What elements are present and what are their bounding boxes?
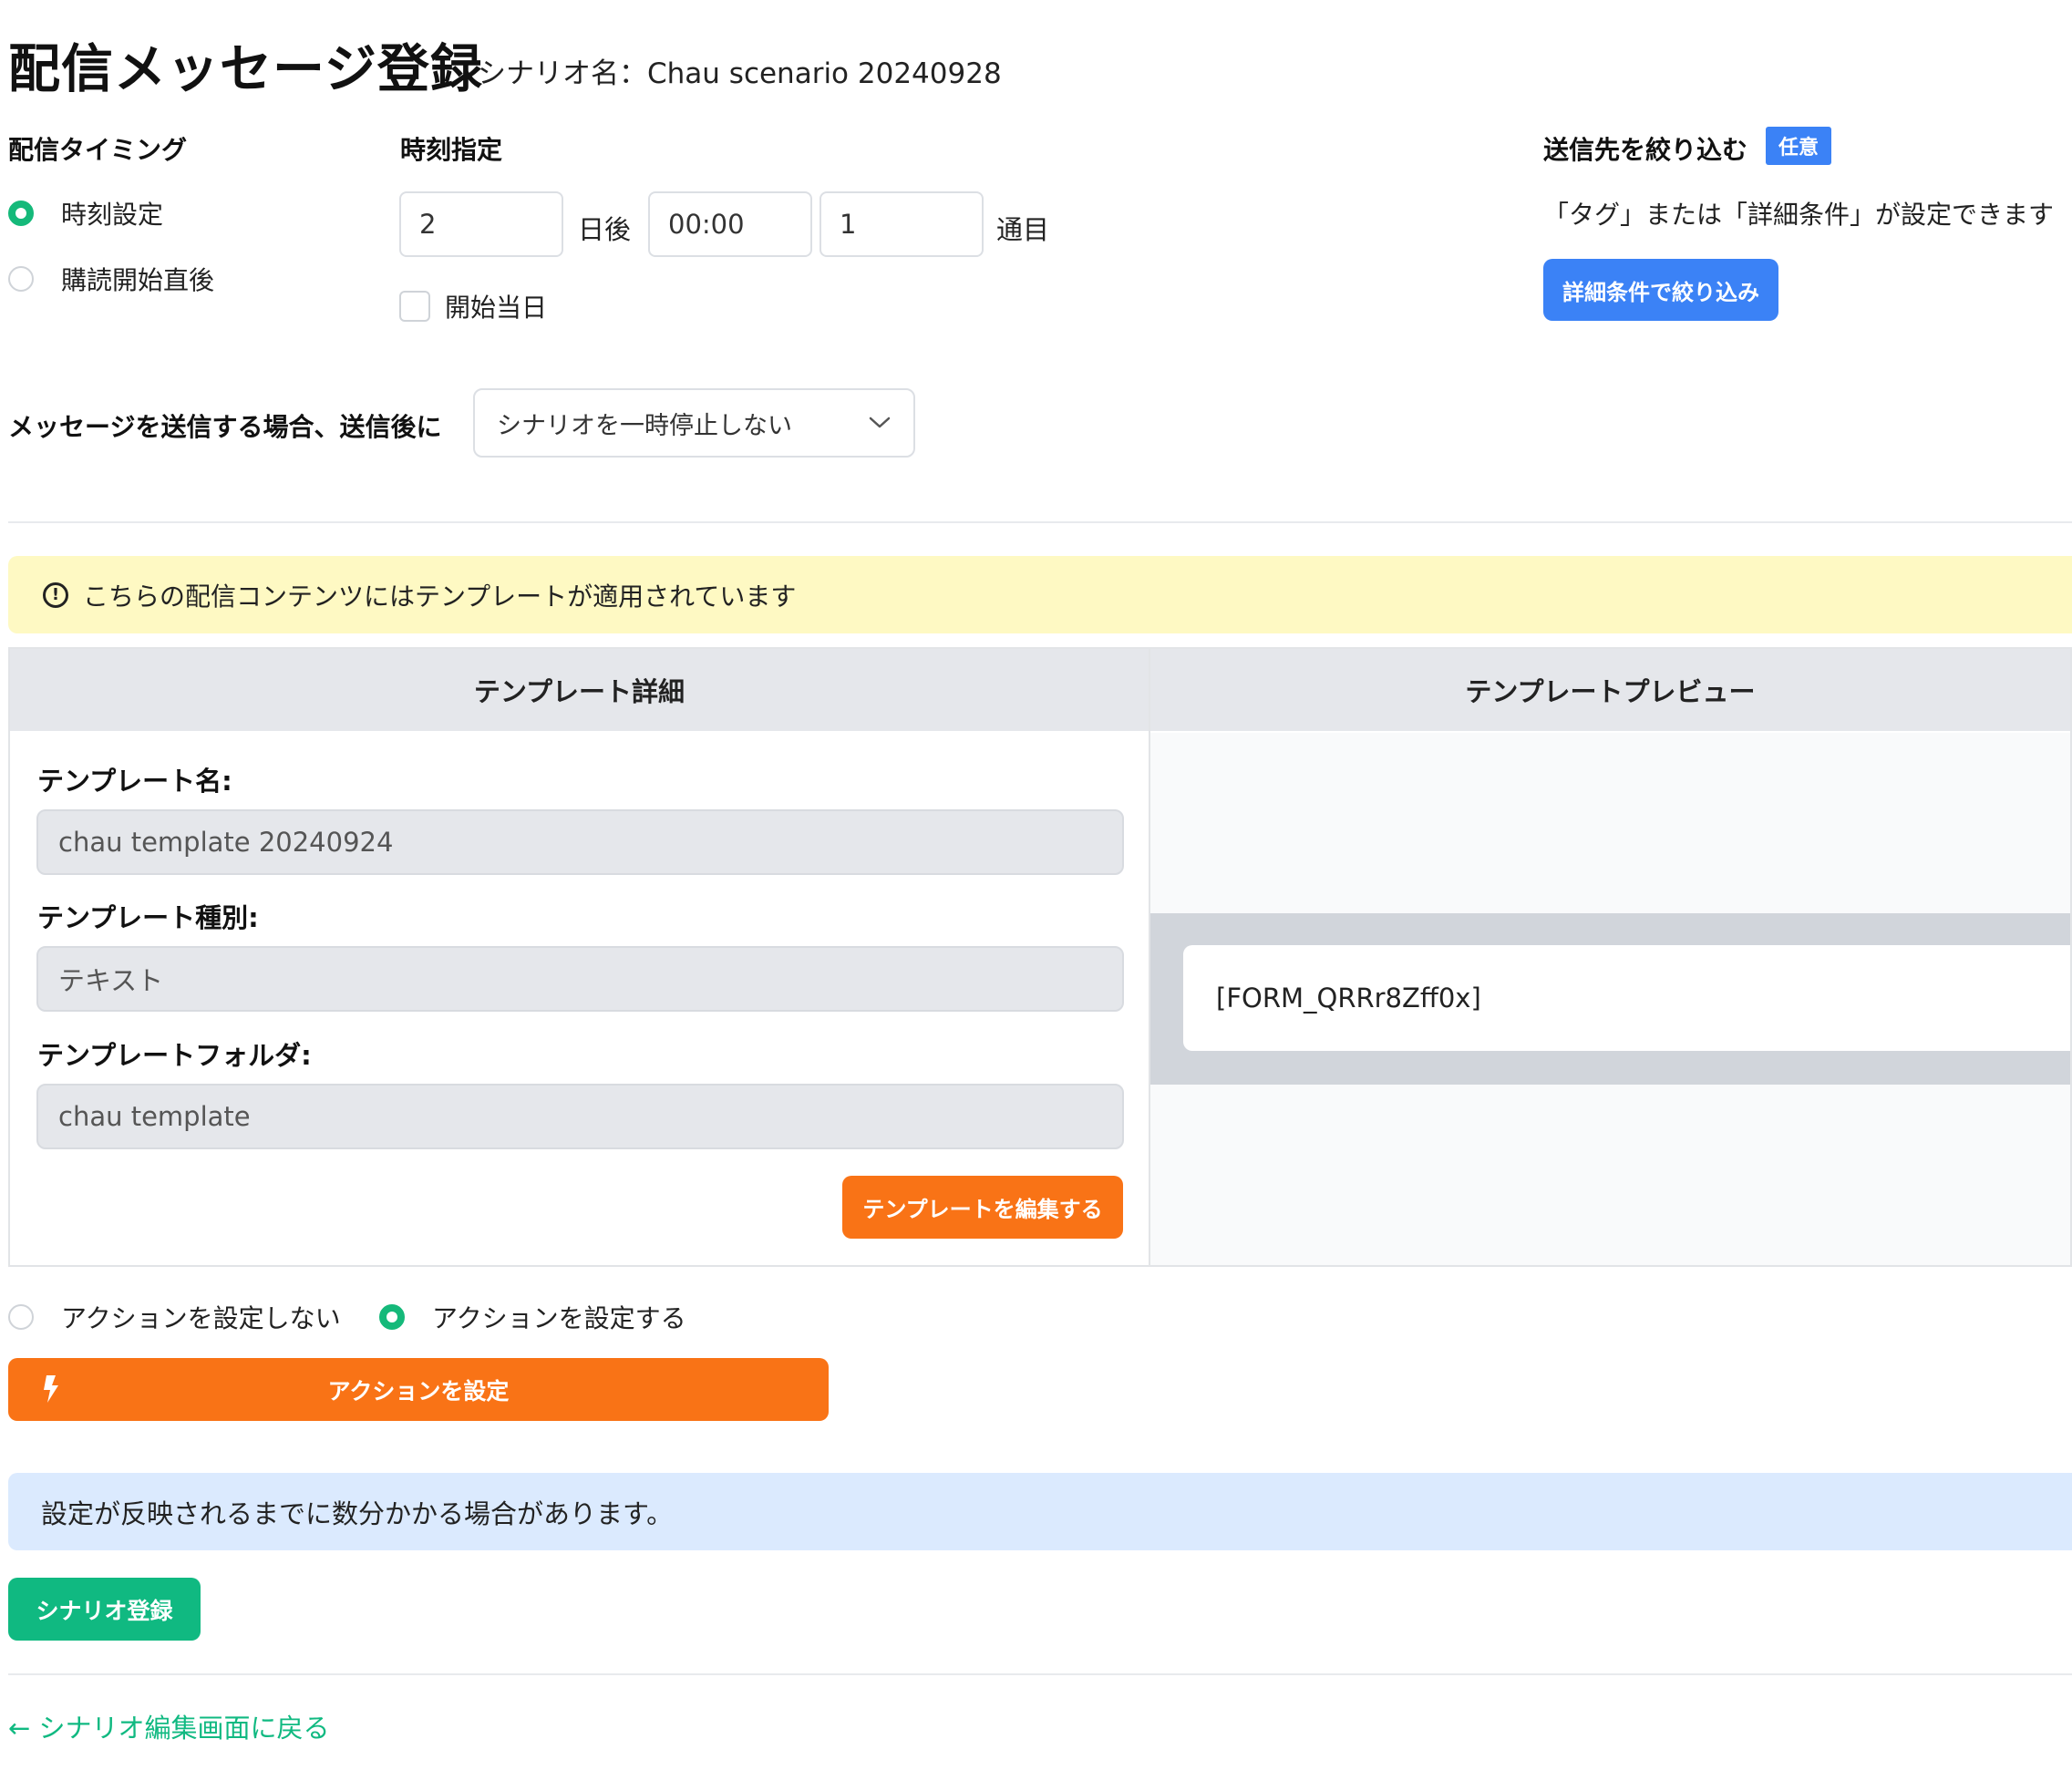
after-send-select[interactable]: シナリオを一時停止しない (473, 388, 915, 458)
template-preview-header: テンプレートプレビュー (1150, 649, 2070, 731)
timing-option-immediate[interactable]: 購読開始直後 (8, 261, 214, 297)
days-after-suffix: 日後 (578, 214, 632, 245)
page-title: 配信メッセージ登録 (8, 39, 483, 99)
message-count-input[interactable]: 1 (820, 191, 984, 257)
info-notice-text: 設定が反映されるまでに数分かかる場合があります。 (41, 1497, 674, 1529)
radio-checked-icon[interactable] (8, 201, 34, 226)
template-folder-label: テンプレートフォルダ: (37, 1040, 312, 1071)
info-notice-banner: 設定が反映されるまでに数分かかる場合があります。 (8, 1473, 2072, 1550)
template-notice-text: こちらの配信コンテンツにはテンプレートが適用されています (83, 581, 797, 612)
detail-filter-button[interactable]: 詳細条件で絞り込み (1543, 259, 1778, 321)
scenario-name: シナリオ名：Chau scenario 20240928 (478, 57, 1002, 90)
preview-message-bubble: [FORM_QRRr8Zff0x] (1183, 945, 2070, 1051)
filter-description: 「タグ」または「詳細条件」が設定できます (1543, 200, 2055, 230)
preview-message-text: [FORM_QRRr8Zff0x] (1216, 983, 1481, 1014)
checkbox-icon[interactable] (399, 291, 430, 322)
set-action-button[interactable]: アクションを設定 (8, 1358, 829, 1421)
timing-option-immediate-label: 購読開始直後 (61, 265, 215, 295)
template-folder-field: chau template (36, 1084, 1124, 1149)
template-detail-header: テンプレート詳細 (10, 649, 1149, 731)
set-action-button-label: アクションを設定 (327, 1377, 510, 1405)
chevron-down-icon (869, 417, 891, 428)
radio-checked-icon[interactable] (379, 1304, 405, 1330)
action-option-none[interactable]: アクションを設定しない (8, 1299, 341, 1335)
back-to-scenario-edit-link[interactable]: ← シナリオ編集画面に戻る (8, 1707, 330, 1745)
action-option-set-label: アクションを設定する (432, 1303, 686, 1333)
message-count-suffix: 通目 (996, 214, 1050, 245)
after-send-select-value: シナリオを一時停止しない (497, 411, 792, 440)
template-type-field: テキスト (36, 946, 1124, 1012)
radio-unchecked-icon[interactable] (8, 266, 34, 292)
after-send-label: メッセージを送信する場合、送信後に (8, 412, 442, 442)
action-option-set[interactable]: アクションを設定する (379, 1299, 686, 1335)
start-day-label: 開始当日 (445, 293, 548, 323)
lightning-icon (44, 1375, 58, 1403)
edit-template-button[interactable]: テンプレートを編集する (842, 1176, 1123, 1239)
register-scenario-button[interactable]: シナリオ登録 (8, 1578, 201, 1641)
template-name-label: テンプレート名: (37, 766, 232, 797)
section-divider (8, 521, 2072, 523)
template-name-field: chau template 20240924 (36, 809, 1124, 875)
radio-unchecked-icon[interactable] (8, 1304, 34, 1330)
timing-label: 配信タイミング (8, 135, 188, 165)
filter-label: 送信先を絞り込む (1543, 135, 1748, 165)
optional-badge: 任意 (1766, 127, 1832, 165)
time-spec-label: 時刻指定 (400, 135, 503, 165)
days-after-input[interactable]: 2 (399, 191, 563, 257)
template-notice-banner: ! こちらの配信コンテンツにはテンプレートが適用されています (8, 556, 2072, 633)
action-option-none-label: アクションを設定しない (61, 1303, 341, 1333)
start-day-checkbox[interactable]: 開始当日 (399, 288, 547, 324)
timing-option-time-label: 時刻設定 (61, 200, 164, 230)
template-type-label: テンプレート種別: (37, 902, 259, 933)
timing-option-time[interactable]: 時刻設定 (8, 195, 163, 232)
template-panel: テンプレート詳細 テンプレートプレビュー テンプレート名: chau templ… (8, 647, 2072, 1267)
alert-circle-icon: ! (43, 581, 68, 608)
footer-divider (8, 1673, 2072, 1675)
time-input[interactable]: 00:00 (648, 191, 812, 257)
